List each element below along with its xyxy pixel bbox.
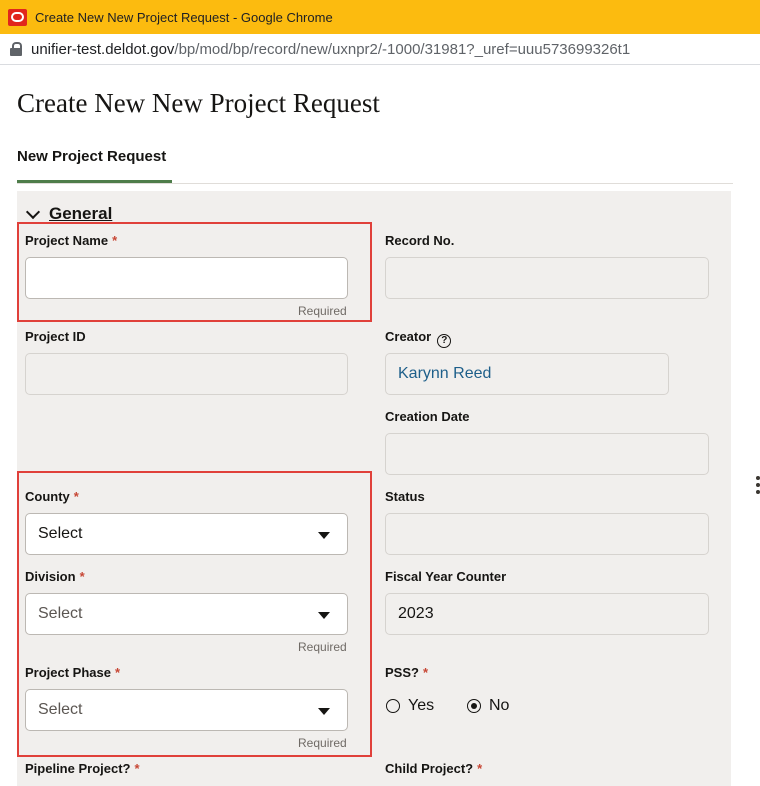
browser-titlebar: Create New New Project Request - Google …: [0, 0, 760, 34]
pss-label: PSS? *: [385, 665, 428, 680]
status-field: [385, 513, 709, 555]
pipeline-project-label: Pipeline Project? *: [25, 761, 140, 776]
section-general-header[interactable]: General: [25, 204, 113, 224]
help-icon[interactable]: ?: [437, 334, 452, 348]
label-text: Child Project?: [385, 761, 474, 776]
label-text: PSS?: [385, 665, 419, 680]
address-bar[interactable]: unifier-test.deldot.gov/bp/mod/bp/record…: [0, 34, 760, 65]
field-value: 2023: [398, 605, 434, 622]
required-marker: *: [422, 665, 429, 680]
required-marker: *: [134, 761, 140, 776]
project-id-label: Project ID: [25, 329, 86, 344]
creator-link[interactable]: Karynn Reed: [398, 365, 491, 383]
creation-date-label: Creation Date: [385, 409, 470, 424]
label-text: Pipeline Project?: [25, 761, 131, 776]
label-text: Creator: [385, 329, 432, 344]
fiscal-year-counter-field: 2023: [385, 593, 709, 635]
radio-circle: [386, 699, 400, 713]
status-label: Status: [385, 489, 425, 504]
url-text[interactable]: unifier-test.deldot.gov/bp/mod/bp/record…: [31, 41, 630, 58]
tab-new-project-request[interactable]: New Project Request: [17, 148, 166, 165]
highlight-box-required-selects: [17, 471, 372, 757]
pss-radio-yes[interactable]: Yes: [386, 697, 434, 715]
url-path: /bp/mod/bp/record/new/uxnpr2/-1000/31981…: [174, 40, 631, 58]
pss-radio-no[interactable]: No: [467, 697, 509, 715]
url-host: unifier-test.deldot.gov: [31, 40, 175, 58]
section-title: General: [49, 204, 113, 223]
fiscal-year-counter-label: Fiscal Year Counter: [385, 569, 507, 584]
lock-icon[interactable]: [10, 42, 22, 56]
tab-divider: [17, 183, 733, 184]
oracle-logo-icon: [8, 8, 27, 26]
radio-label: No: [489, 697, 510, 714]
chevron-down-icon[interactable]: [25, 204, 41, 219]
radio-label: Yes: [408, 697, 435, 714]
creator-field: Karynn Reed: [385, 353, 669, 395]
more-options-icon[interactable]: [756, 476, 760, 497]
project-id-field: [25, 353, 348, 395]
creation-date-field: [385, 433, 709, 475]
highlight-box-project-name: [17, 222, 372, 322]
radio-circle-selected: [467, 699, 481, 713]
child-project-label: Child Project? *: [385, 761, 482, 776]
creator-label: Creator?: [385, 329, 452, 348]
window-title: Create New New Project Request - Google …: [35, 9, 333, 25]
required-marker: *: [477, 761, 483, 776]
page-title: Create New New Project Request: [17, 88, 380, 118]
record-no-field: [385, 257, 709, 299]
record-no-label: Record No.: [385, 233, 455, 248]
